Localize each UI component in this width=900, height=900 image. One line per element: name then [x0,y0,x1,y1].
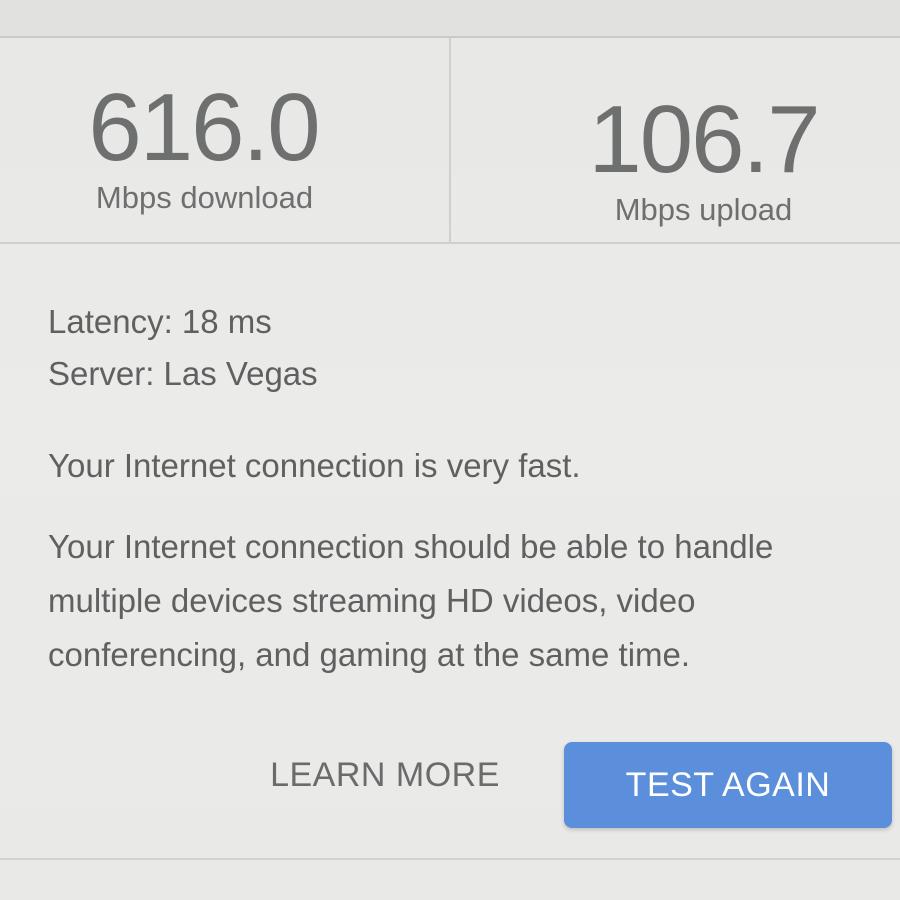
bottom-divider [0,858,900,860]
connection-details: Latency: 18 ms Server: Las Vegas Your In… [48,296,868,682]
speed-metrics-panel: 616.0 Mbps download 106.7 Mbps upload [0,38,900,244]
download-speed-value: 616.0 [88,74,320,181]
speed-test-results-screen: 616.0 Mbps download 106.7 Mbps upload La… [0,0,900,900]
learn-more-button[interactable]: LEARN MORE [250,732,520,818]
download-metric: 616.0 Mbps download [0,38,451,242]
latency-text: Latency: 18 ms [48,303,272,340]
speed-verdict-text: Your Internet connection is very fast. [48,447,581,484]
upload-speed-value: 106.7 [588,86,820,193]
upload-speed-unit: Mbps upload [614,192,793,227]
test-again-button[interactable]: TEST AGAIN [564,742,892,828]
action-buttons: LEARN MORE TEST AGAIN [0,732,900,828]
upload-metric: 106.7 Mbps upload [451,38,900,242]
speed-explanation-text: Your Internet connection should be able … [48,528,774,673]
server-text: Server: Las Vegas [48,355,318,392]
download-speed-unit: Mbps download [95,180,314,215]
top-header-strip [0,0,900,38]
